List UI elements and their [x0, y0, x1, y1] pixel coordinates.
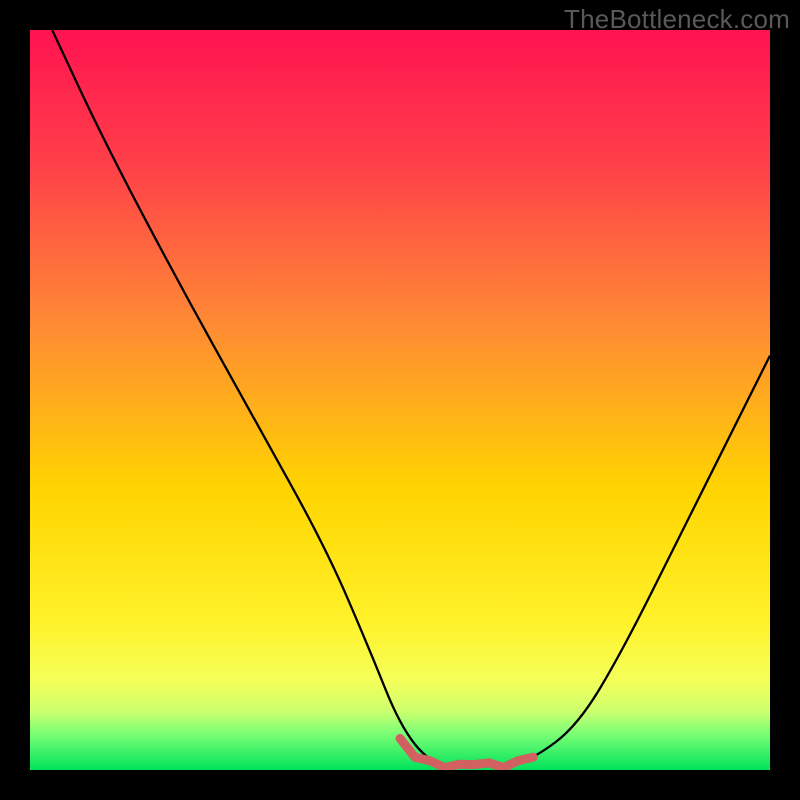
plot-area [30, 30, 770, 770]
chart-svg [30, 30, 770, 770]
gradient-background [30, 30, 770, 770]
chart-frame: TheBottleneck.com [0, 0, 800, 800]
